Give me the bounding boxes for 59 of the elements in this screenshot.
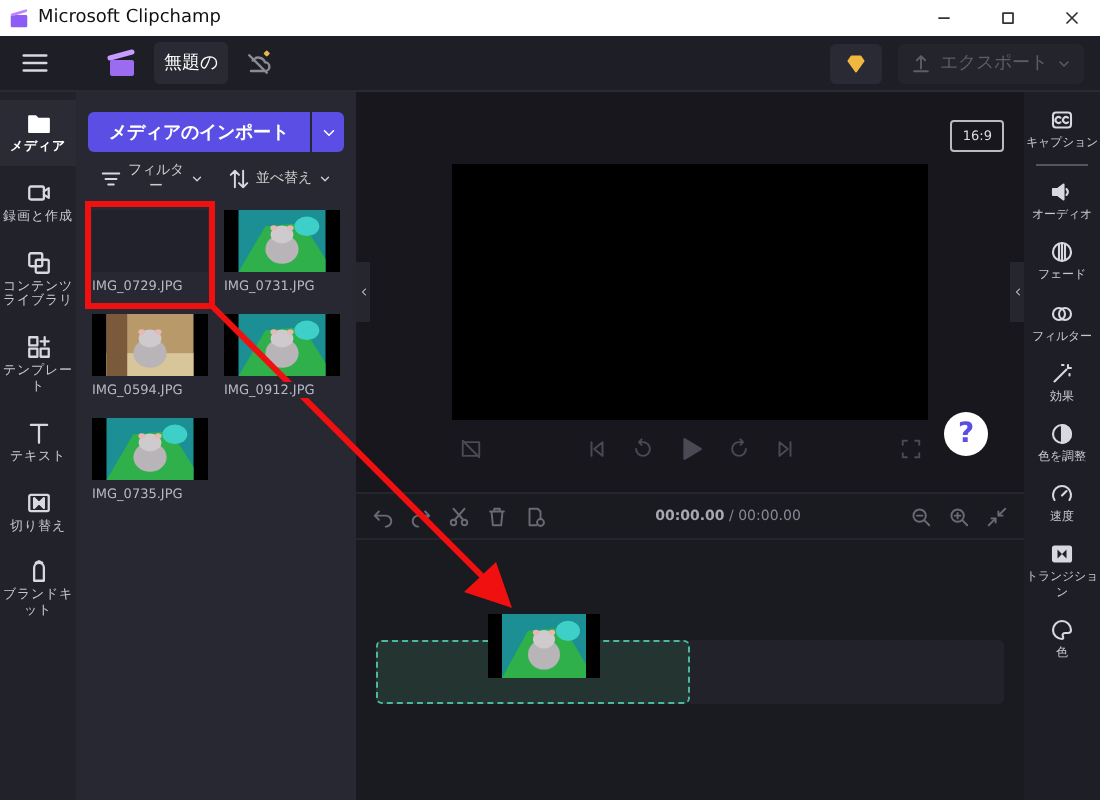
redo-icon [410,505,432,527]
skip-back-button[interactable] [585,438,607,460]
rewind-icon [631,438,653,460]
scissors-icon [448,505,470,527]
zoom-out-icon [910,505,932,527]
add-media-icon [524,505,546,527]
close-icon [1062,8,1082,28]
skip-forward-button[interactable] [773,438,795,460]
filter-icon [1050,301,1074,326]
chevron-down-icon [318,172,332,187]
chevron-left-icon [357,286,369,298]
premium-button[interactable] [830,43,882,83]
project-name-field[interactable]: 無題の [154,42,228,84]
app-icon [8,7,30,29]
undo-icon [372,505,394,527]
play-icon [677,436,703,462]
speedometer-icon [1050,482,1074,507]
transition-icon [25,489,51,516]
diamond-icon [844,51,868,75]
collapse-arrows-icon [986,505,1008,527]
menu-icon [20,48,50,78]
window-title: Microsoft Clipchamp [38,8,221,28]
folder-icon [25,110,51,136]
forward-icon [727,438,749,460]
template-icon [25,334,51,361]
video-camera-icon [25,179,51,206]
zoom-in-icon [948,505,970,527]
skip-back-icon [585,438,607,460]
chevron-down-icon [190,172,204,187]
forward-button[interactable] [727,438,749,460]
magic-wand-icon [1050,361,1074,386]
sort-arrows-icon [228,168,250,191]
fullscreen-icon [899,438,921,460]
import-media-button[interactable]: メディアのインポート [88,112,310,152]
contrast-icon [1050,421,1074,446]
library-icon [25,249,51,276]
play-button[interactable] [677,436,703,462]
import-dropdown-button[interactable] [312,112,344,152]
chevron-left-icon [1011,286,1023,298]
transition-icon [1050,542,1074,567]
rewind-button[interactable] [631,438,653,460]
cloud-off-icon [244,49,272,77]
maximize-icon [998,8,1018,28]
no-picture-button[interactable] [459,438,481,460]
speaker-icon [1050,180,1074,205]
fullscreen-button[interactable] [899,438,921,460]
fade-icon [1050,240,1074,265]
help-button[interactable]: ? [944,412,988,456]
clapperboard-icon [106,47,138,79]
palette-icon [1050,617,1074,642]
empty-thumbnail[interactable] [92,210,208,273]
text-icon [25,419,51,446]
filter-lines-icon [100,168,122,191]
closed-captions-icon [1050,108,1074,132]
crossed-picture-icon [459,438,481,460]
upload-icon [910,52,932,74]
skip-forward-icon [773,438,795,460]
trash-icon [486,505,508,527]
highlight-frame [85,201,215,309]
